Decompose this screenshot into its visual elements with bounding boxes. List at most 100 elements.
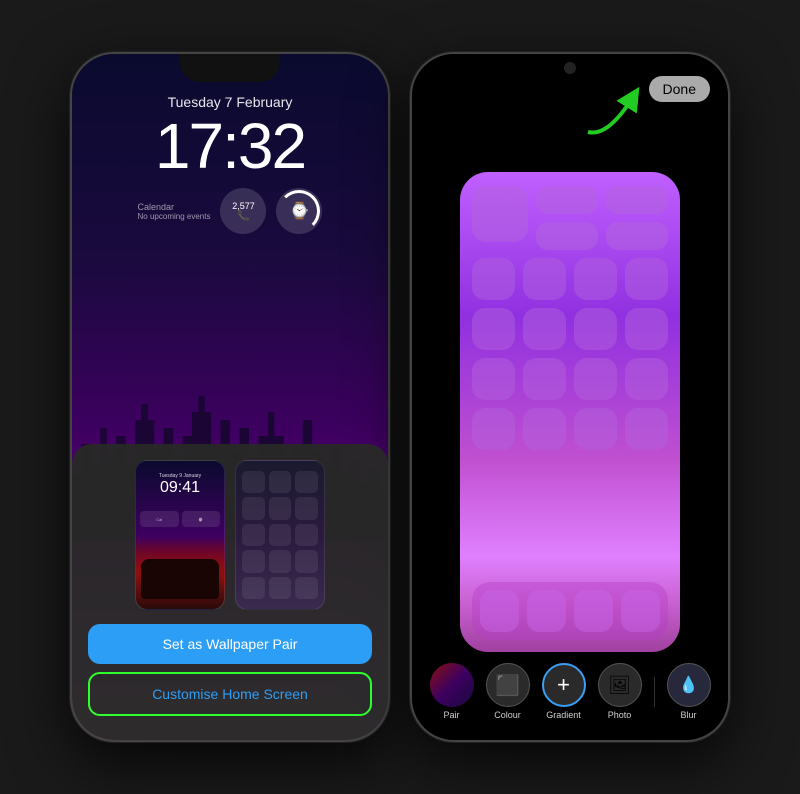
dock-icon-1[interactable] xyxy=(480,590,519,632)
toolbar-divider xyxy=(654,677,655,707)
app-icon-sm-2[interactable] xyxy=(606,186,668,214)
dock-icon-2[interactable] xyxy=(527,590,566,632)
app-row4-3[interactable] xyxy=(574,358,617,400)
done-button[interactable]: Done xyxy=(649,76,710,102)
preview-app-3 xyxy=(295,471,318,493)
preview-app-2 xyxy=(269,471,292,493)
preview-app-10 xyxy=(242,550,265,572)
gradient-icon[interactable]: + xyxy=(542,663,586,707)
app-row4-1[interactable] xyxy=(472,358,515,400)
preview-app-15 xyxy=(295,577,318,599)
home-row-3 xyxy=(472,308,668,350)
widget-count: 2,577 xyxy=(232,201,255,211)
app-row5-4[interactable] xyxy=(625,408,668,450)
photo-icon[interactable]: 🖼 xyxy=(598,663,642,707)
preview-app-6 xyxy=(295,497,318,519)
colour-symbol: ⬛ xyxy=(495,673,520,698)
preview-time: Tuesday 9 January 09:41 xyxy=(136,473,224,497)
app-icon-sm-4[interactable] xyxy=(606,222,668,250)
preview-app-12 xyxy=(295,550,318,572)
preview-app-4 xyxy=(242,497,265,519)
calendar-title: Calendar xyxy=(138,202,211,212)
colour-icon[interactable]: ⬛ xyxy=(486,663,530,707)
home-row-4 xyxy=(472,358,668,400)
set-wallpaper-button[interactable]: Set as Wallpaper Pair xyxy=(88,624,372,664)
blur-symbol: 💧 xyxy=(679,675,699,695)
calendar-widget: Calendar No upcoming events xyxy=(138,202,211,221)
photo-label: Photo xyxy=(608,710,632,720)
app-icon-large[interactable] xyxy=(472,186,528,242)
preview-car-shape xyxy=(141,559,219,599)
number-widget: 2,577 📞 xyxy=(220,188,266,234)
toolbar-photo[interactable]: 🖼 Photo xyxy=(598,663,642,720)
widget-icon: 📞 xyxy=(237,211,249,222)
home-screen-preview xyxy=(460,172,680,652)
pair-icon[interactable] xyxy=(430,663,474,707)
ring-widget: ⌚ xyxy=(276,188,322,234)
preview-app-11 xyxy=(269,550,292,572)
app-row2-2[interactable] xyxy=(523,258,566,300)
wallpaper-previews: Tuesday 9 January 09:41 Cal ⌚ xyxy=(88,460,372,610)
preview-app-14 xyxy=(269,577,292,599)
lock-screen-preview[interactable]: Tuesday 9 January 09:41 Cal ⌚ xyxy=(135,460,225,610)
app-row3-1[interactable] xyxy=(472,308,515,350)
blur-icon[interactable]: 💧 xyxy=(667,663,711,707)
toolbar-colour[interactable]: ⬛ Colour xyxy=(486,663,530,720)
lock-time: 17:32 xyxy=(72,114,388,178)
app-row3-3[interactable] xyxy=(574,308,617,350)
app-row4-2[interactable] xyxy=(523,358,566,400)
preview-car-bg xyxy=(136,539,224,609)
home-screen-preview[interactable] xyxy=(235,460,325,610)
preview-app-13 xyxy=(242,577,265,599)
preview-app-5 xyxy=(269,497,292,519)
app-row3-4[interactable] xyxy=(625,308,668,350)
app-grid xyxy=(460,172,680,652)
photo-symbol: 🖼 xyxy=(608,675,631,696)
wallpaper-modal: Tuesday 9 January 09:41 Cal ⌚ xyxy=(72,444,388,740)
preview-widgets: Cal ⌚ xyxy=(140,511,220,527)
preview-app-8 xyxy=(269,524,292,546)
blur-label: Blur xyxy=(680,710,696,720)
home-screen-editor: Done xyxy=(412,54,728,740)
app-row5-1[interactable] xyxy=(472,408,515,450)
camera-dot xyxy=(564,62,576,74)
app-icon-sm-1[interactable] xyxy=(536,186,598,214)
app-row4-4[interactable] xyxy=(625,358,668,400)
lock-screen-content: Tuesday 7 February 17:32 Calendar No upc… xyxy=(72,94,388,234)
dock xyxy=(472,582,668,640)
home-row-5 xyxy=(472,408,668,450)
app-icon-sm-3[interactable] xyxy=(536,222,598,250)
dock-icon-3[interactable] xyxy=(574,590,613,632)
toolbar-blur[interactable]: 💧 Blur xyxy=(667,663,711,720)
dynamic-island xyxy=(180,54,280,82)
lock-screen: Tuesday 7 February 17:32 Calendar No upc… xyxy=(72,54,388,740)
dock-icon-4[interactable] xyxy=(621,590,660,632)
customise-home-button[interactable]: Customise Home Screen xyxy=(88,672,372,716)
preview-app-9 xyxy=(295,524,318,546)
app-row2-1[interactable] xyxy=(472,258,515,300)
app-row5-3[interactable] xyxy=(574,408,617,450)
app-row2-3[interactable] xyxy=(574,258,617,300)
preview-widget-1: Cal xyxy=(140,511,179,527)
colour-label: Colour xyxy=(494,710,521,720)
lock-date: Tuesday 7 February xyxy=(72,94,388,110)
toolbar-pair[interactable]: Pair xyxy=(430,663,474,720)
wallpaper-toolbar: Pair ⬛ Colour + Gradient 🖼 Photo xyxy=(412,663,728,720)
lock-widgets: Calendar No upcoming events 2,577 📞 ⌚ xyxy=(72,188,388,234)
preview-app-7 xyxy=(242,524,265,546)
preview-app-grid xyxy=(242,471,318,599)
app-row3-2[interactable] xyxy=(523,308,566,350)
small-icon-group xyxy=(536,186,668,250)
preview-widget-2: ⌚ xyxy=(182,511,221,527)
green-arrow-indicator xyxy=(578,82,648,147)
gradient-label: Gradient xyxy=(546,710,581,720)
left-phone: Tuesday 7 February 17:32 Calendar No upc… xyxy=(70,52,390,742)
calendar-sub: No upcoming events xyxy=(138,212,211,221)
toolbar-gradient[interactable]: + Gradient xyxy=(542,663,586,720)
home-row-1 xyxy=(472,186,668,250)
right-phone: Done xyxy=(410,52,730,742)
app-row2-4[interactable] xyxy=(625,258,668,300)
home-row-2 xyxy=(472,258,668,300)
preview-app-1 xyxy=(242,471,265,493)
app-row5-2[interactable] xyxy=(523,408,566,450)
